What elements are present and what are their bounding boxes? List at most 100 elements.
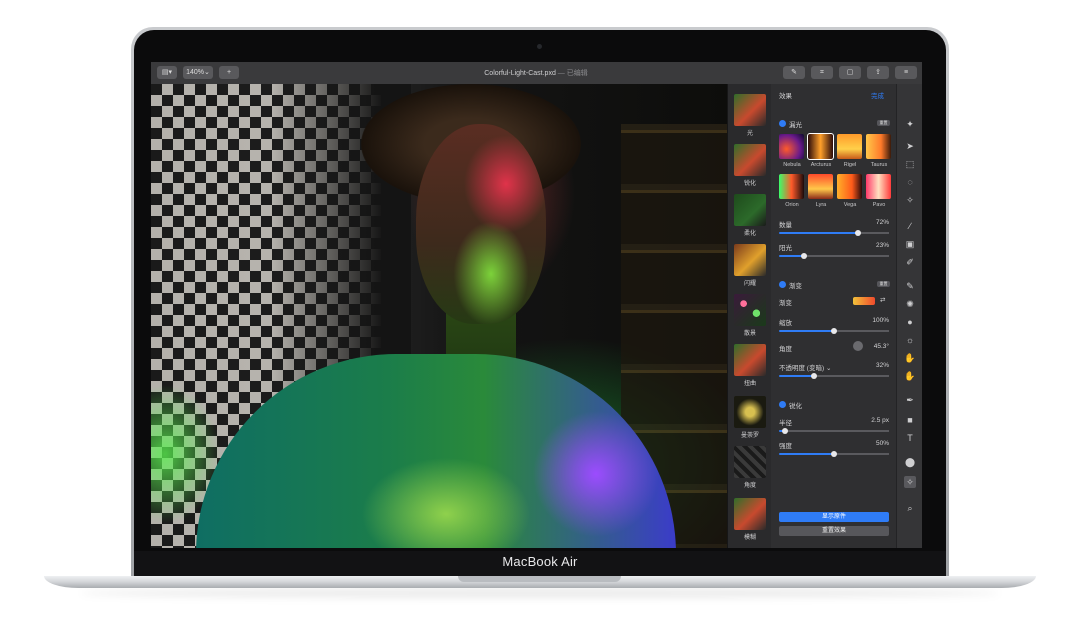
- preset-orion[interactable]: [779, 174, 804, 199]
- sliders-icon[interactable]: ≡: [895, 66, 917, 79]
- slider-knob[interactable]: [811, 373, 818, 379]
- zoom-button[interactable]: 140%⌄: [183, 66, 213, 79]
- paint-brush-icon[interactable]: ✧: [904, 194, 916, 206]
- pen-icon[interactable]: ✋: [904, 352, 916, 364]
- blur-icon[interactable]: ✺: [904, 298, 916, 310]
- shadow-label: 阳光: [779, 245, 792, 252]
- panel-header-label: 效果: [779, 93, 792, 100]
- gradient-title[interactable]: 渐变: [789, 280, 802, 290]
- shadow-slider[interactable]: [779, 253, 889, 259]
- select-icon[interactable]: ➤: [904, 140, 916, 152]
- opacity-slider[interactable]: [779, 373, 889, 379]
- document-name: Colorful-Light-Cast.pxd: [484, 70, 556, 77]
- slider-knob[interactable]: [801, 253, 808, 259]
- device-label: MacBook Air: [502, 554, 578, 569]
- thumb-bokeh[interactable]: [734, 294, 766, 326]
- gradient-label: 渐变: [779, 300, 792, 307]
- thumb-label: 散景: [743, 331, 756, 337]
- preset-lyra[interactable]: [808, 174, 833, 199]
- effects-active-icon[interactable]: ✧: [904, 476, 916, 488]
- paint-bucket-icon[interactable]: ⬤: [904, 456, 916, 468]
- leak-title[interactable]: 漏光: [789, 119, 802, 129]
- add-button[interactable]: +: [219, 66, 239, 79]
- document-icon[interactable]: ▢: [839, 66, 861, 79]
- preset-label: Nebula: [783, 162, 801, 168]
- slider-knob[interactable]: [831, 451, 837, 457]
- amount-label: 数量: [779, 222, 792, 229]
- intensity-slider[interactable]: [779, 451, 889, 457]
- laptop-notch: [458, 576, 621, 582]
- magic-wand-icon[interactable]: ◌: [904, 176, 916, 188]
- slider-knob[interactable]: [831, 328, 837, 334]
- preset-label: Lyra: [815, 202, 827, 208]
- thumb-distort[interactable]: [734, 344, 766, 376]
- scale-slider[interactable]: [779, 328, 889, 334]
- preset-label: Arcturus: [810, 162, 832, 168]
- slider-track: [814, 375, 889, 377]
- share-icon[interactable]: ⇪: [867, 66, 889, 79]
- intensity-label: 强度: [779, 443, 792, 450]
- done-button[interactable]: 完成: [871, 90, 884, 100]
- thumb-label: 柔化: [743, 231, 756, 237]
- preset-vega[interactable]: [837, 174, 862, 199]
- slider-knob[interactable]: [781, 428, 788, 434]
- lasso-icon[interactable]: ⬚: [904, 158, 916, 170]
- leak-enabled-checkbox[interactable]: [779, 120, 786, 127]
- preset-label: Pavo: [872, 202, 886, 208]
- image-canvas[interactable]: [151, 84, 727, 548]
- preset-rigel[interactable]: [837, 134, 862, 159]
- gradient-swatch[interactable]: [853, 297, 875, 305]
- repair-icon[interactable]: ✎: [904, 280, 916, 292]
- gradient-enabled-checkbox[interactable]: [779, 281, 786, 288]
- amount-value: 72%: [875, 219, 889, 226]
- crop-icon[interactable]: ⌗: [811, 66, 833, 79]
- gradient-reset-badge[interactable]: 重置: [877, 281, 890, 287]
- angle-label: 角度: [779, 346, 792, 353]
- slider-track: [858, 232, 889, 234]
- smudge-icon[interactable]: ☼: [904, 334, 916, 346]
- swap-icon[interactable]: ⇄: [880, 296, 885, 304]
- preset-arcturus[interactable]: [807, 133, 834, 160]
- arrange-icon[interactable]: ✦: [904, 118, 916, 130]
- preset-pavo[interactable]: [866, 174, 891, 199]
- brush-icon[interactable]: ✎: [783, 66, 805, 79]
- zoom-icon[interactable]: ⌕: [904, 502, 916, 514]
- slider-track: [834, 453, 889, 455]
- zoom-value: 140%: [186, 69, 205, 76]
- show-original-button[interactable]: 显示原件: [779, 512, 889, 522]
- portrait-face: [416, 124, 546, 324]
- thumb-sharpen[interactable]: [734, 144, 766, 176]
- eraser-icon[interactable]: ▣: [904, 238, 916, 250]
- thumb-mandala[interactable]: [734, 396, 766, 428]
- type-icon[interactable]: ✒: [904, 394, 916, 406]
- bucket-icon[interactable]: ∕: [904, 220, 916, 232]
- effects-icon[interactable]: T: [904, 432, 916, 444]
- preset-taurus[interactable]: [866, 134, 891, 159]
- slider-knob[interactable]: [855, 230, 862, 236]
- thumb-soften[interactable]: [734, 194, 766, 226]
- leak-reset-badge[interactable]: 重置: [877, 120, 890, 126]
- opacity-label[interactable]: 不透明度 (变暗) ⌄: [779, 362, 831, 372]
- radius-slider[interactable]: [779, 428, 889, 434]
- thumb-label: 扭曲: [743, 381, 756, 387]
- thumb-label: 光: [746, 131, 753, 137]
- thumb-glow[interactable]: [734, 244, 766, 276]
- app-window: ▤▾ 140%⌄ + Colorful-Light-Cast.pxd — 已编辑…: [151, 62, 922, 548]
- preset-nebula[interactable]: [779, 134, 804, 159]
- sharpen-enabled-checkbox[interactable]: [779, 401, 786, 408]
- clone-icon[interactable]: ✐: [904, 256, 916, 268]
- preset-label: Vega: [843, 202, 857, 208]
- thumb-angle[interactable]: [734, 446, 766, 478]
- reset-effects-button[interactable]: 重置效果: [779, 526, 889, 536]
- sidebar-toggle-button[interactable]: ▤▾: [157, 66, 177, 79]
- color-icon[interactable]: ■: [904, 414, 916, 426]
- sharpen-icon[interactable]: ●: [904, 316, 916, 328]
- thumb-blur[interactable]: [734, 498, 766, 530]
- amount-slider[interactable]: [779, 230, 889, 236]
- camera-icon: [537, 44, 542, 49]
- effects-category-list: 光 锐化 柔化 闪耀 散景 扭曲 曼荼罗 角度 模糊: [727, 84, 772, 548]
- angle-value: 45.3°: [873, 343, 889, 350]
- thumb-light[interactable]: [734, 94, 766, 126]
- shape-icon[interactable]: ✋: [904, 370, 916, 382]
- sharpen-title[interactable]: 锐化: [789, 400, 802, 410]
